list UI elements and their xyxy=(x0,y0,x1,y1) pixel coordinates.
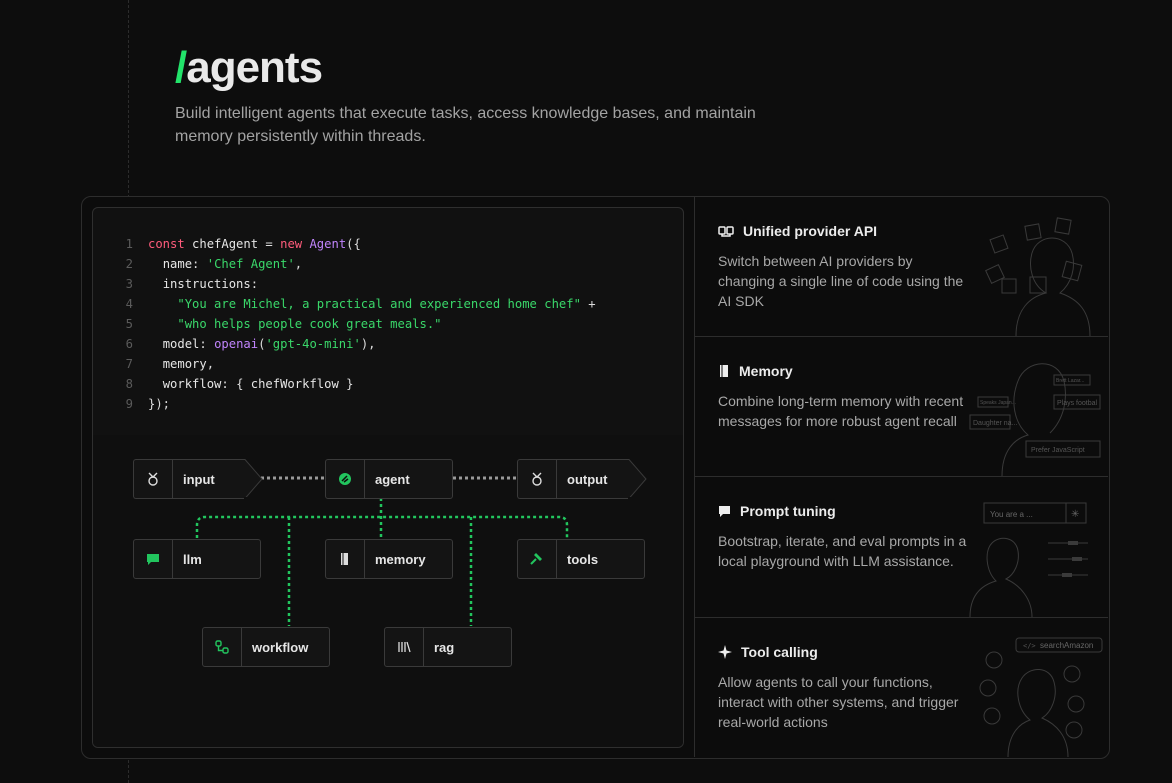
code-line: 8 workflow: { chefWorkflow } xyxy=(125,377,354,391)
node-label: agent xyxy=(375,471,410,487)
feature-memory: Memory Combine long-term memory with rec… xyxy=(695,337,1108,477)
node-tools[interactable]: tools xyxy=(517,539,645,579)
art-label: Brett Lazar... xyxy=(1056,378,1084,384)
feature-desc: Combine long-term memory with recent mes… xyxy=(718,393,964,429)
feature-title: Memory xyxy=(718,363,793,379)
code-line: 3 instructions: xyxy=(125,277,259,291)
hero: /agents Build intelligent agents that ex… xyxy=(175,44,815,148)
code-line: 7 memory, xyxy=(125,357,215,371)
node-label: tools xyxy=(567,551,599,567)
feature-tool-calling: Tool calling Allow agents to call your f… xyxy=(695,618,1108,757)
feature-title: Tool calling xyxy=(718,644,818,660)
tool-art-icon: </> searchAmazon xyxy=(979,637,1103,757)
arrow-tip-icon xyxy=(243,459,263,497)
book-icon xyxy=(720,365,728,377)
chat-icon xyxy=(134,540,173,578)
feature-title: Prompt tuning xyxy=(718,503,836,519)
node-label: output xyxy=(567,471,608,487)
code-block: 1 const chefAgent = new Agent({ 2 name: '… xyxy=(93,234,683,414)
code-line: 9}); xyxy=(125,397,171,411)
book-icon xyxy=(326,540,365,578)
node-llm[interactable]: llm xyxy=(133,539,261,579)
node-label: memory xyxy=(375,551,426,567)
feature-title: Unified provider API xyxy=(718,223,877,239)
code-line: 5 "who helps people cook great meals." xyxy=(125,317,442,331)
arrow-tip-icon xyxy=(627,459,647,497)
code-line: 2 name: 'Chef Agent', xyxy=(125,257,303,271)
feature-unified-provider-api: Unified provider API Switch between AI p… xyxy=(695,197,1108,337)
title-slash: / xyxy=(175,43,187,92)
sparkle-icon: ✳ xyxy=(1071,509,1079,520)
node-rag[interactable]: rag xyxy=(384,627,512,667)
page-title: /agents xyxy=(175,44,815,92)
feature-desc: Allow agents to call your functions, int… xyxy=(718,674,959,730)
node-input[interactable]: input xyxy=(133,459,244,499)
agent-diagram: input agent output llm memory tools work… xyxy=(93,435,683,747)
node-label: input xyxy=(183,471,215,487)
art-label: searchAmazon xyxy=(1040,641,1093,650)
prompt-art-icon: You are a ... ✳ xyxy=(969,502,1088,617)
art-label: Plays footbal xyxy=(1057,400,1098,407)
code-line: 6 model: openai('gpt-4o-mini'), xyxy=(125,337,376,351)
node-label: rag xyxy=(434,639,455,655)
code-card: 1 const chefAgent = new Agent({ 2 name: '… xyxy=(92,207,684,748)
hammer-icon xyxy=(518,540,557,578)
chat-icon xyxy=(719,505,730,517)
art-label: You are a ... xyxy=(990,510,1033,519)
feature-desc: Switch between AI providers by changing … xyxy=(718,253,964,309)
node-memory[interactable]: memory xyxy=(325,539,453,579)
workflow-icon xyxy=(203,628,242,666)
node-agent[interactable]: agent xyxy=(325,459,453,499)
memory-art-icon: Daughter na... Plays footbal Prefer Java… xyxy=(969,363,1101,476)
agent-icon xyxy=(326,460,365,498)
code-line: 1 const chefAgent = new Agent({ xyxy=(125,237,361,251)
node-label: llm xyxy=(183,551,202,567)
art-label: Speaks Japan... xyxy=(980,400,1016,406)
medal-icon xyxy=(134,460,173,498)
node-output[interactable]: output xyxy=(517,459,628,499)
feature-prompt-tuning: Prompt tuning Bootstrap, iterate, and ev… xyxy=(695,477,1108,618)
title-text: agents xyxy=(186,43,323,92)
library-icon xyxy=(385,628,424,666)
medal-icon xyxy=(518,460,557,498)
node-workflow[interactable]: workflow xyxy=(202,627,330,667)
feature-desc: Bootstrap, iterate, and eval prompts in … xyxy=(718,533,967,569)
sparkle-icon xyxy=(718,645,732,659)
art-label: Daughter na... xyxy=(973,420,1017,427)
code-icon: </> xyxy=(1023,642,1036,650)
node-label: workflow xyxy=(252,639,309,655)
page-subtitle: Build intelligent agents that execute ta… xyxy=(175,105,756,145)
provider-icon xyxy=(718,226,734,237)
provider-art-icon xyxy=(985,217,1091,336)
art-label: Prefer JavaScript xyxy=(1031,447,1085,454)
code-line: 4 "You are Michel, a practical and exper… xyxy=(125,297,596,311)
